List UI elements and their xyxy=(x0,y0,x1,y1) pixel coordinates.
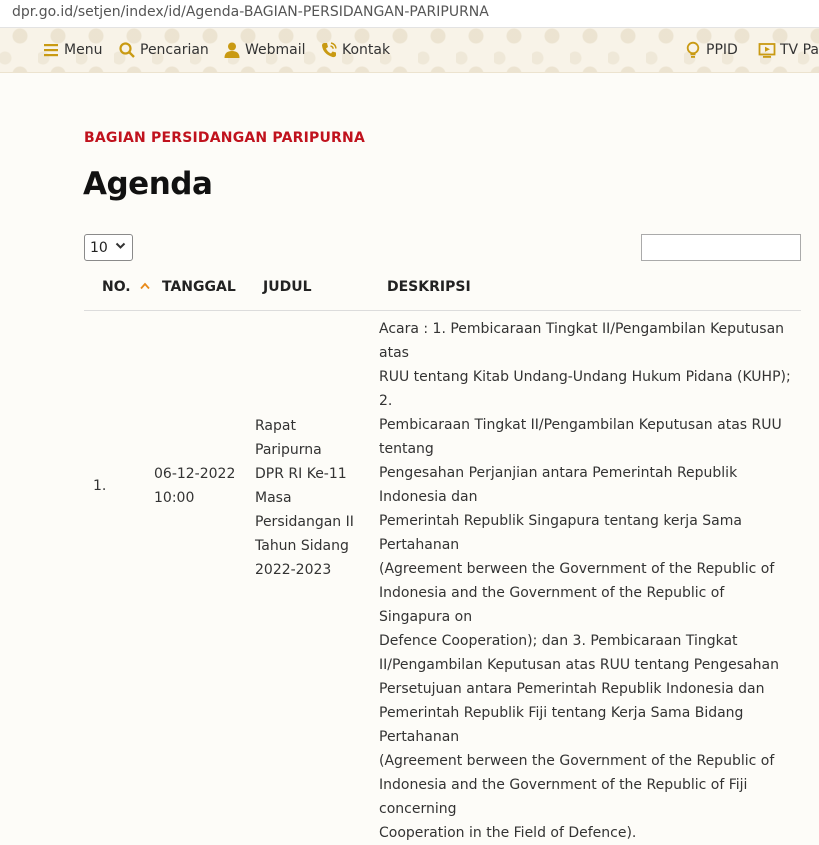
nav-kontak[interactable]: Kontak xyxy=(320,28,390,72)
hamburger-icon xyxy=(44,44,58,57)
nav-webmail-label: Webmail xyxy=(245,42,306,58)
tv-icon xyxy=(758,43,776,58)
row-number: 1. xyxy=(93,478,107,494)
nav-ppid-label: PPID xyxy=(706,42,738,58)
address-bar[interactable]: dpr.go.id/setjen/index/id/Agenda-BAGIAN-… xyxy=(0,0,819,28)
column-header-no[interactable]: NO. xyxy=(102,279,150,295)
nav-tv[interactable]: TV Pa xyxy=(758,28,819,72)
search-icon xyxy=(119,42,135,58)
page-title: Agenda xyxy=(83,166,213,202)
lightbulb-icon xyxy=(686,41,700,58)
phone-icon xyxy=(322,42,337,58)
nav-pencarian[interactable]: Pencarian xyxy=(118,28,209,72)
chevron-down-icon xyxy=(115,242,126,249)
nav-webmail[interactable]: Webmail xyxy=(223,28,306,72)
section-label: BAGIAN PERSIDANGAN PARIPURNA xyxy=(84,130,365,146)
nav-menu[interactable]: Menu xyxy=(42,28,102,72)
nav-tv-label: TV Pa xyxy=(780,42,819,58)
column-header-judul[interactable]: JUDUL xyxy=(263,279,312,295)
row-judul: Rapat Paripurna DPR RI Ke-11 Masa Persid… xyxy=(255,418,354,578)
user-icon xyxy=(224,42,240,58)
page-size-select[interactable]: 10 xyxy=(84,234,133,261)
nav-menu-label: Menu xyxy=(64,42,103,58)
url-text: dpr.go.id/setjen/index/id/Agenda-BAGIAN-… xyxy=(12,4,489,20)
column-header-tanggal[interactable]: TANGGAL xyxy=(162,279,236,295)
nav-pencarian-label: Pencarian xyxy=(140,42,209,58)
nav-kontak-label: Kontak xyxy=(342,42,391,58)
header-divider xyxy=(84,310,801,311)
row-deskripsi: Acara : 1. Pembicaraan Tingkat II/Pengam… xyxy=(379,321,791,841)
sort-ascending-icon xyxy=(139,282,150,290)
top-navbar: Menu Pencarian Webmail Kontak PPID TV Pa xyxy=(0,28,819,73)
table-search-input[interactable] xyxy=(641,234,801,261)
page-size-value: 10 xyxy=(90,239,108,256)
column-header-deskripsi[interactable]: DESKRIPSI xyxy=(387,279,471,295)
nav-ppid[interactable]: PPID xyxy=(684,28,738,72)
row-tanggal: 06-12-2022 10:00 xyxy=(154,466,236,506)
